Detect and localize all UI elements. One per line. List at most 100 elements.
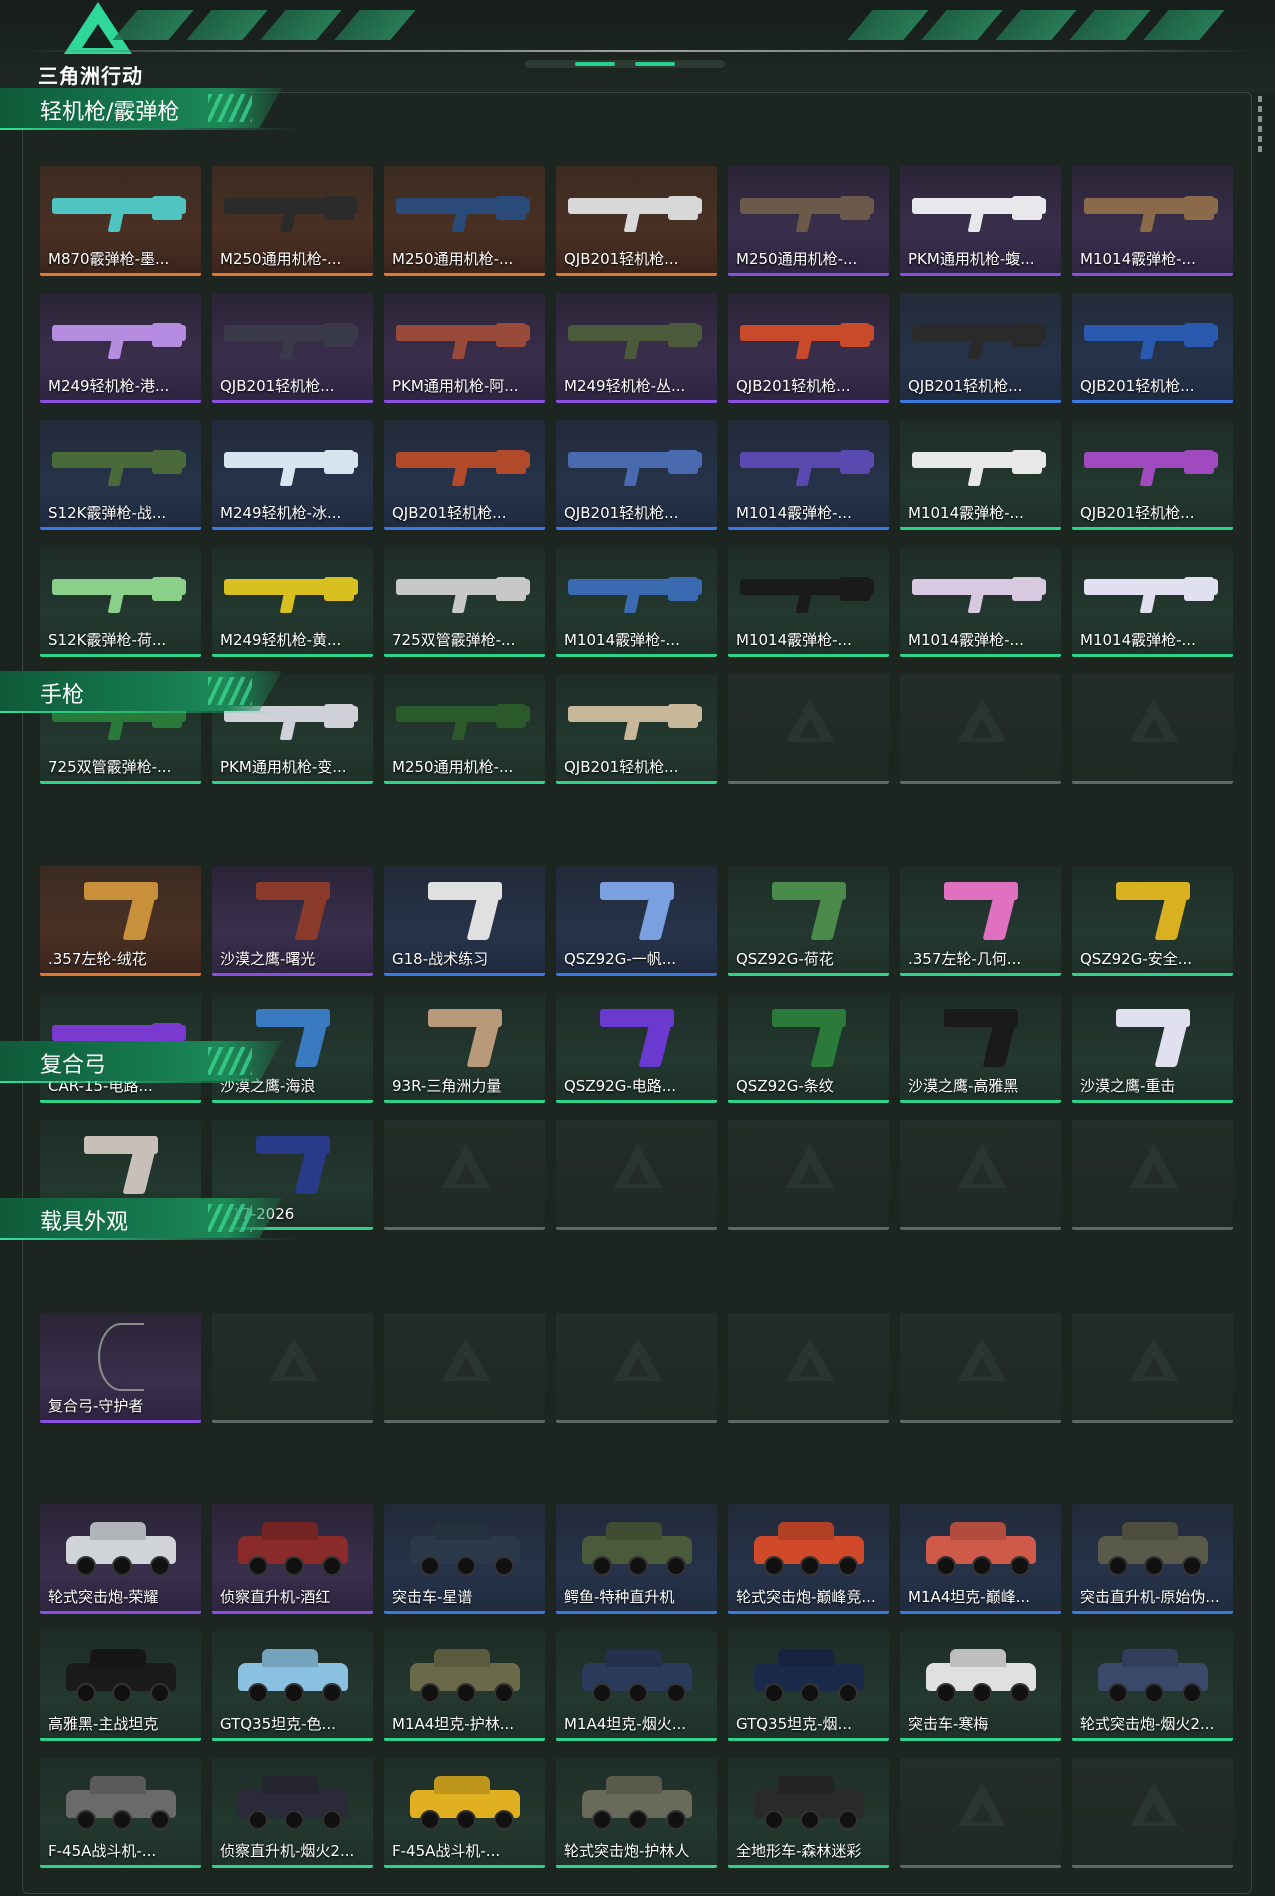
- item-card[interactable]: F-45A战斗机-...: [384, 1758, 545, 1868]
- item-thumbnail: [1072, 1758, 1233, 1868]
- item-label: 沙漠之鹰-曙光: [220, 950, 316, 968]
- item-card[interactable]: QJB201轻机枪...: [728, 293, 889, 403]
- item-card[interactable]: M249轻机枪-冰...: [212, 420, 373, 530]
- item-card[interactable]: QSZ92G-荷花: [728, 866, 889, 976]
- wheel: [420, 1810, 440, 1830]
- item-card[interactable]: QSZ92G-安全...: [1072, 866, 1233, 976]
- item-card[interactable]: 突击车-寒梅: [900, 1631, 1061, 1741]
- rarity-bar: [728, 400, 889, 403]
- item-card[interactable]: M249轻机枪-丛...: [556, 293, 717, 403]
- rarity-bar: [1072, 400, 1233, 403]
- rifle-stock: [324, 577, 354, 601]
- item-card[interactable]: PKM通用机枪-蝮...: [900, 166, 1061, 276]
- item-card[interactable]: M250通用机枪-...: [384, 166, 545, 276]
- item-card[interactable]: 高雅黑-主战坦克: [40, 1631, 201, 1741]
- rifle-stock: [840, 323, 870, 347]
- item-thumbnail: [900, 674, 1061, 784]
- item-card[interactable]: M1014霰弹枪-...: [556, 547, 717, 657]
- wheel: [764, 1683, 784, 1703]
- item-card[interactable]: 沙漠之鹰-重击: [1072, 993, 1233, 1103]
- item-card[interactable]: .357左轮-绒花: [40, 866, 201, 976]
- item-card[interactable]: QJB201轻机枪...: [556, 166, 717, 276]
- item-card[interactable]: S12K霰弹枪-荷...: [40, 547, 201, 657]
- rifle-stock: [668, 704, 698, 728]
- item-card[interactable]: M1014霰弹枪-...: [1072, 166, 1233, 276]
- section-title: 载具外观: [40, 1210, 129, 1235]
- wheel: [456, 1810, 476, 1830]
- item-card[interactable]: M1014霰弹枪-...: [1072, 547, 1233, 657]
- item-card[interactable]: 轮式突击炮-烟火2...: [1072, 1631, 1233, 1741]
- item-card[interactable]: S12K霰弹枪-战...: [40, 420, 201, 530]
- item-label: 突击车-寒梅: [908, 1715, 989, 1733]
- item-card[interactable]: QJB201轻机枪...: [556, 420, 717, 530]
- item-card[interactable]: GTQ35坦克-烟...: [728, 1631, 889, 1741]
- rarity-bar: [212, 654, 373, 657]
- item-card[interactable]: PKM通用机枪-阿...: [384, 293, 545, 403]
- item-card[interactable]: 93R-三角洲力量: [384, 993, 545, 1103]
- rarity-bar: [728, 1738, 889, 1741]
- rifle-stock: [496, 577, 526, 601]
- rarity-bar: [728, 1420, 889, 1423]
- item-card[interactable]: M250通用机枪-...: [728, 166, 889, 276]
- item-card[interactable]: M1A4坦克-护林...: [384, 1631, 545, 1741]
- item-card[interactable]: 突击车-星谱: [384, 1504, 545, 1614]
- item-card[interactable]: 725双管霰弹枪-...: [384, 547, 545, 657]
- item-card[interactable]: F-45A战斗机-...: [40, 1758, 201, 1868]
- section-header: 载具外观: [0, 1198, 282, 1238]
- item-card[interactable]: 全地形车-森林迷彩: [728, 1758, 889, 1868]
- item-card[interactable]: QJB201轻机枪...: [1072, 420, 1233, 530]
- item-card[interactable]: QSZ92G-一帆...: [556, 866, 717, 976]
- rarity-bar: [384, 1100, 545, 1103]
- item-card[interactable]: M250通用机枪-...: [384, 674, 545, 784]
- item-card[interactable]: QSZ92G-条纹: [728, 993, 889, 1103]
- item-card[interactable]: M1014霰弹枪-...: [900, 547, 1061, 657]
- item-card[interactable]: 复合弓-守护者: [40, 1313, 201, 1423]
- rarity-bar: [40, 1865, 201, 1868]
- item-card[interactable]: 沙漠之鹰-曙光: [212, 866, 373, 976]
- wheel: [628, 1683, 648, 1703]
- wheel: [494, 1810, 514, 1830]
- section-underline: [0, 1238, 300, 1240]
- item-card[interactable]: 突击直升机-原始伪...: [1072, 1504, 1233, 1614]
- empty-slot: [900, 1758, 1061, 1868]
- item-card[interactable]: M1014霰弹枪-...: [900, 420, 1061, 530]
- item-card[interactable]: QJB201轻机枪...: [384, 420, 545, 530]
- scrollbar[interactable]: [1258, 96, 1262, 156]
- item-card[interactable]: M870霰弹枪-墨...: [40, 166, 201, 276]
- item-card[interactable]: M1014霰弹枪-...: [728, 547, 889, 657]
- item-card[interactable]: G18-战术练习: [384, 866, 545, 976]
- empty-slot: [900, 674, 1061, 784]
- item-card[interactable]: QJB201轻机枪...: [556, 674, 717, 784]
- rarity-bar: [900, 527, 1061, 530]
- rarity-bar: [556, 781, 717, 784]
- item-card[interactable]: 轮式突击炮-护林人: [556, 1758, 717, 1868]
- item-card[interactable]: 侦察直升机-酒红: [212, 1504, 373, 1614]
- item-card[interactable]: M1014霰弹枪-...: [728, 420, 889, 530]
- item-card[interactable]: QJB201轻机枪...: [900, 293, 1061, 403]
- item-card[interactable]: GTQ35坦克-色...: [212, 1631, 373, 1741]
- rifle-stock: [1012, 577, 1042, 601]
- item-card[interactable]: 轮式突击炮-巅峰竞...: [728, 1504, 889, 1614]
- item-label: QSZ92G-电路...: [564, 1077, 677, 1095]
- item-card[interactable]: 鳄鱼-特种直升机: [556, 1504, 717, 1614]
- item-card[interactable]: M249轻机枪-黄...: [212, 547, 373, 657]
- delta-logo-inner: [799, 1357, 821, 1377]
- item-card[interactable]: 侦察直升机-烟火2...: [212, 1758, 373, 1868]
- item-card[interactable]: .357左轮-几何...: [900, 866, 1061, 976]
- rarity-bar: [556, 1865, 717, 1868]
- item-card[interactable]: M249轻机枪-港...: [40, 293, 201, 403]
- item-card[interactable]: 沙漠之鹰-高雅黑: [900, 993, 1061, 1103]
- item-card[interactable]: QJB201轻机枪...: [1072, 293, 1233, 403]
- item-card[interactable]: M250通用机枪-...: [212, 166, 373, 276]
- item-label: QJB201轻机枪...: [392, 504, 507, 522]
- item-card[interactable]: QSZ92G-电路...: [556, 993, 717, 1103]
- item-card[interactable]: 轮式突击炮-荣耀: [40, 1504, 201, 1614]
- rarity-bar: [900, 654, 1061, 657]
- item-label: M1014霰弹枪-...: [908, 631, 1024, 649]
- rarity-bar: [384, 1611, 545, 1614]
- section-underline: [0, 1081, 300, 1083]
- delta-logo-inner: [283, 1357, 305, 1377]
- item-card[interactable]: QJB201轻机枪...: [212, 293, 373, 403]
- item-card[interactable]: M1A4坦克-烟火...: [556, 1631, 717, 1741]
- item-card[interactable]: M1A4坦克-巅峰...: [900, 1504, 1061, 1614]
